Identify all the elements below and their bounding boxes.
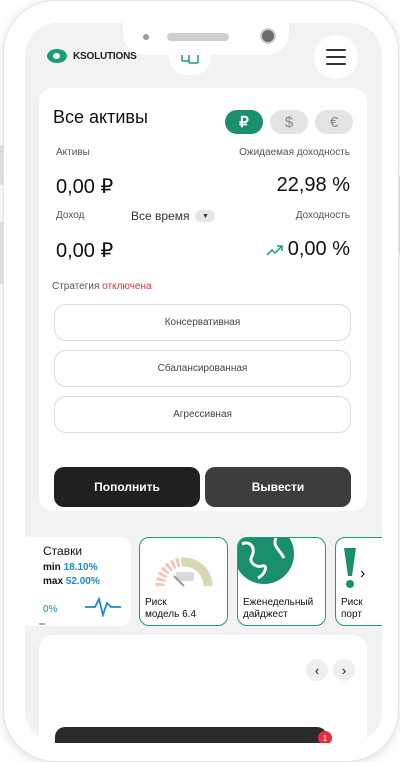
rates-min: min 18.10%	[43, 562, 97, 573]
income-value: 0,00 ₽	[56, 240, 114, 262]
news-card: ‹ › 1	[39, 635, 367, 743]
assets-value: 0,00 ₽	[56, 176, 114, 198]
period-select[interactable]: Все время ▼	[131, 209, 216, 223]
risk-model-caption: Риск модель 6.4	[145, 597, 196, 621]
strategy-aggressive-button[interactable]: Агрессивная	[54, 396, 351, 433]
notch	[123, 23, 289, 55]
period-select-value: Все время	[131, 209, 190, 223]
rates-title: Ставки	[43, 544, 83, 558]
logo-text: KSOLUTIONS	[73, 50, 137, 62]
risk-caption-line-2: модель 6.4	[145, 609, 197, 620]
hamburger-menu-icon[interactable]	[314, 35, 358, 79]
currency-rub-button[interactable]: ₽	[225, 110, 263, 134]
portfolio-caption-line-1: Риск	[341, 597, 363, 608]
chevron-down-icon: ▼	[195, 210, 216, 222]
weekly-digest-tile[interactable]: Еженедельный дайджест	[237, 537, 326, 626]
strategy-off-text: отключена	[102, 281, 152, 292]
yield-value-group: 0,00 %	[266, 238, 350, 261]
rates-max-label: max	[43, 576, 64, 587]
notification-badge: 1	[318, 731, 332, 743]
portfolio-risk-tile[interactable]: Риск порт	[335, 537, 382, 626]
assets-card: Все активы ₽ $ € Активы Ожидаемая доходн…	[39, 88, 367, 511]
rates-max: max 52.00%	[43, 576, 100, 587]
gauge-icon	[155, 557, 213, 587]
yield-value: 0,00 %	[287, 238, 350, 260]
yield-label: Доходность	[295, 210, 350, 221]
rates-min-value: 18.10%	[63, 562, 98, 573]
strategy-status: Стратегия отключена	[52, 281, 152, 292]
globe-icon	[238, 538, 294, 584]
income-label: Доход	[56, 210, 85, 221]
camera	[260, 28, 276, 44]
digest-caption-line-2: дайджест	[243, 609, 288, 620]
app-screen: KSOLUTIONS Все активы ₽ $ € Активы Ожида…	[25, 23, 382, 743]
prev-arrow-icon[interactable]: ‹	[306, 659, 328, 681]
strategy-label: Стратегия	[52, 281, 100, 292]
withdraw-button[interactable]: Вывести	[205, 467, 351, 507]
portfolio-caption-line-2: порт	[341, 609, 362, 620]
scroll-indicator	[39, 623, 45, 625]
expected-yield-value: 22,98 %	[276, 174, 350, 196]
promo-card[interactable]	[55, 727, 327, 743]
rates-content: Ставки min 18.10% max 52.00% 0%	[43, 537, 131, 626]
strategy-conservative-button[interactable]: Консервативная	[54, 304, 351, 341]
digest-caption-line-1: Еженедельный	[243, 597, 314, 608]
deposit-button[interactable]: Пополнить	[54, 467, 200, 507]
rates-percent: 0%	[43, 604, 58, 615]
risk-model-tile[interactable]: Риск модель 6.4	[139, 537, 228, 626]
currency-usd-button[interactable]: $	[270, 110, 308, 134]
rates-max-value: 52.00%	[65, 576, 100, 587]
sensor-dot	[143, 34, 149, 40]
speaker	[167, 33, 229, 41]
chevron-right-icon[interactable]: ›	[360, 565, 365, 583]
currency-eur-button[interactable]: €	[315, 110, 353, 134]
phone-frame: KSOLUTIONS Все активы ₽ $ € Активы Ожида…	[3, 0, 399, 762]
risk-caption-line-1: Риск	[145, 597, 167, 608]
rates-tile[interactable]: Ставки min 18.10% max 52.00% 0%	[25, 537, 131, 626]
expected-yield-label: Ожидаемая доходность	[239, 147, 350, 158]
assets-title: Все активы	[53, 107, 148, 127]
strategy-balanced-button[interactable]: Сбалансированная	[54, 350, 351, 387]
rates-min-label: min	[43, 562, 61, 573]
next-arrow-icon[interactable]: ›	[333, 659, 355, 681]
logo: KSOLUTIONS	[47, 49, 137, 63]
digest-caption: Еженедельный дайджест	[243, 597, 313, 621]
trend-up-icon	[266, 244, 283, 256]
pulse-icon	[85, 596, 121, 617]
portfolio-caption: Риск порт	[341, 597, 363, 621]
assets-label: Активы	[56, 147, 90, 158]
logo-icon	[47, 49, 67, 63]
